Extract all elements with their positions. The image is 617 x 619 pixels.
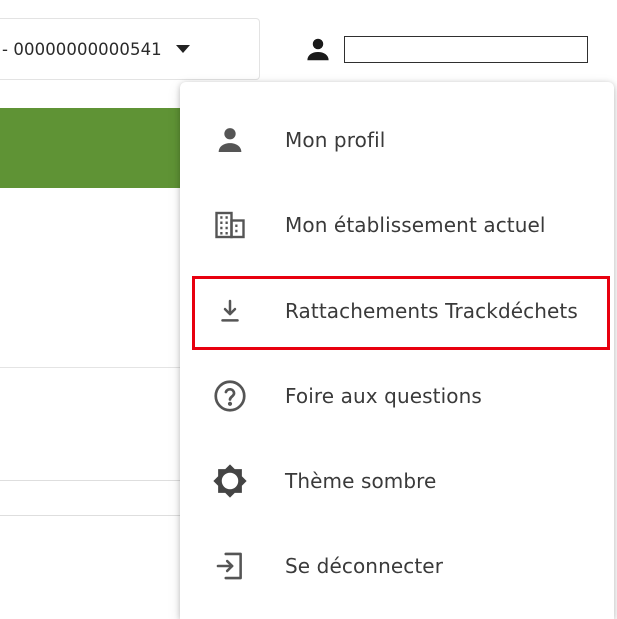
- menu-item-profile[interactable]: Mon profil: [180, 108, 614, 172]
- person-icon: [208, 118, 252, 162]
- menu-item-label: Foire aux questions: [285, 384, 482, 408]
- building-icon: [208, 203, 252, 247]
- user-icon: [300, 32, 336, 66]
- menu-item-label: Thème sombre: [285, 469, 437, 493]
- establishment-select[interactable]: - 00000000000541: [0, 18, 260, 80]
- page-header-band: [0, 108, 200, 188]
- user-menu-trigger[interactable]: [300, 32, 592, 66]
- caret-down-icon: [175, 45, 190, 53]
- user-dropdown-menu: Mon profil Mon établissement actuel Ratt…: [180, 82, 614, 619]
- menu-item-current-establishment[interactable]: Mon établissement actuel: [180, 193, 614, 257]
- menu-item-faq[interactable]: Foire aux questions: [180, 364, 614, 428]
- menu-item-logout[interactable]: Se déconnecter: [180, 534, 614, 598]
- menu-item-trackdechets-attachments[interactable]: Rattachements Trackdéchets: [180, 279, 614, 343]
- menu-item-label: Se déconnecter: [285, 554, 444, 578]
- menu-item-label: Mon établissement actuel: [285, 213, 546, 237]
- download-icon: [208, 289, 252, 333]
- menu-item-dark-theme[interactable]: Thème sombre: [180, 449, 614, 513]
- user-name-field: [344, 35, 588, 63]
- dark-theme-icon: [208, 459, 252, 503]
- menu-item-label: Mon profil: [285, 128, 386, 152]
- background-field: [0, 480, 200, 516]
- establishment-select-value: - 00000000000541: [2, 39, 162, 59]
- menu-item-label: Rattachements Trackdéchets: [285, 299, 578, 323]
- top-bar: - 00000000000541: [0, 0, 617, 90]
- logout-icon: [208, 544, 252, 588]
- divider: [0, 367, 200, 368]
- help-circle-icon: [208, 374, 252, 418]
